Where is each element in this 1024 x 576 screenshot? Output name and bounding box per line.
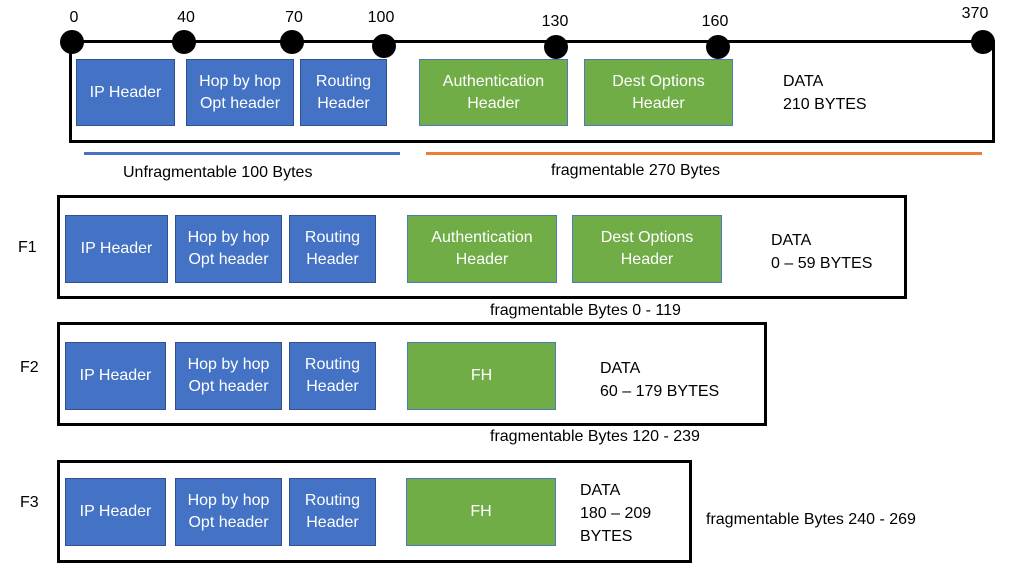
block-label: Hop by hop bbox=[199, 72, 281, 90]
fragment-range-label: fragmentable Bytes 240 - 269 bbox=[706, 511, 916, 528]
block-label: Hop by hop bbox=[187, 492, 270, 509]
dest-options-header-block: Dest Options Header bbox=[572, 215, 722, 283]
block-label: Hop by hop bbox=[187, 356, 270, 373]
fragment-header-block: FH bbox=[407, 342, 556, 410]
block-label: Opt header bbox=[188, 251, 269, 268]
block-label: Authentication bbox=[431, 229, 533, 246]
unfragmentable-label: Unfragmentable 100 Bytes bbox=[123, 164, 313, 181]
offset-label: 370 bbox=[961, 5, 989, 22]
offset-marker bbox=[971, 30, 995, 54]
block-label: Header bbox=[306, 514, 359, 531]
routing-header-block: Routing Header bbox=[289, 215, 376, 283]
data-label: DATA 0 – 59 BYTES bbox=[771, 232, 873, 272]
block-label: Header bbox=[632, 94, 685, 112]
offset-marker bbox=[60, 30, 84, 54]
block-label: Header bbox=[317, 94, 370, 112]
block-label: Dest Options bbox=[600, 229, 694, 246]
fragment-range-label: fragmentable Bytes 0 - 119 bbox=[490, 302, 681, 319]
routing-header-block: Routing Header bbox=[289, 478, 376, 546]
block-label: Header bbox=[467, 94, 520, 112]
block-label: Routing bbox=[304, 229, 361, 246]
offset-marker bbox=[544, 35, 568, 59]
offset-label: 130 bbox=[541, 13, 569, 30]
block-label: Routing bbox=[304, 356, 361, 373]
offset-label: 100 bbox=[367, 9, 395, 26]
offset-marker bbox=[706, 35, 730, 59]
offset-label: 70 bbox=[285, 9, 303, 26]
offset-marker bbox=[172, 30, 196, 54]
block-label: Opt header bbox=[188, 378, 269, 395]
routing-header-block: Routing Header bbox=[289, 342, 376, 410]
block-label: Hop by hop bbox=[187, 229, 270, 246]
ip-header-block: IP Header bbox=[65, 478, 166, 546]
block-label: Header bbox=[306, 378, 359, 395]
ip-header-block: IP Header bbox=[65, 215, 168, 283]
fragmentable-label: fragmentable 270 Bytes bbox=[551, 162, 720, 179]
authentication-header-block: Authentication Header bbox=[407, 215, 557, 283]
block-label: Opt header bbox=[199, 94, 281, 112]
unfragmentable-range-line bbox=[84, 152, 400, 155]
block-label: Authentication bbox=[442, 72, 545, 90]
block-label: Routing bbox=[304, 492, 361, 509]
block-label: Header bbox=[455, 251, 509, 268]
block-label: Header bbox=[620, 251, 674, 268]
offset-marker bbox=[280, 30, 304, 54]
block-label: Routing bbox=[315, 72, 372, 90]
dest-options-header-block: Dest Options Header bbox=[584, 59, 733, 126]
block-label: Header bbox=[306, 251, 359, 268]
block-label: FH bbox=[470, 367, 493, 384]
block-label: Opt header bbox=[188, 514, 269, 531]
fragment-label: F2 bbox=[20, 359, 39, 376]
routing-header-block: Routing Header bbox=[300, 59, 387, 126]
data-label: DATA 180 – 209 BYTES bbox=[580, 482, 652, 545]
offset-label: 0 bbox=[69, 9, 79, 26]
block-label: IP Header bbox=[80, 240, 153, 257]
fragment-header-block: FH bbox=[406, 478, 556, 546]
block-label: Dest Options bbox=[612, 72, 705, 90]
data-label: DATA 210 BYTES bbox=[783, 73, 867, 113]
authentication-header-block: Authentication Header bbox=[419, 59, 568, 126]
block-label: IP Header bbox=[79, 503, 152, 520]
block-label: IP Header bbox=[79, 367, 152, 384]
fragment-label: F1 bbox=[18, 239, 37, 256]
ip-header-block: IP Header bbox=[65, 342, 166, 410]
block-label: IP Header bbox=[89, 83, 162, 101]
fragment-label: F3 bbox=[20, 494, 39, 511]
fragment-range-label: fragmentable Bytes 120 - 239 bbox=[490, 428, 700, 445]
hop-by-hop-block: Hop by hop Opt header bbox=[175, 215, 282, 283]
hop-by-hop-block: Hop by hop Opt header bbox=[175, 478, 282, 546]
offset-label: 160 bbox=[701, 13, 729, 30]
fragmentable-range-line bbox=[426, 152, 982, 155]
offset-label: 40 bbox=[177, 9, 195, 26]
offset-marker bbox=[372, 34, 396, 58]
data-label: DATA 60 – 179 BYTES bbox=[600, 360, 720, 400]
block-label: FH bbox=[470, 503, 492, 520]
hop-by-hop-block: Hop by hop Opt header bbox=[186, 59, 294, 126]
hop-by-hop-block: Hop by hop Opt header bbox=[175, 342, 282, 410]
ip-header-block: IP Header bbox=[76, 59, 175, 126]
